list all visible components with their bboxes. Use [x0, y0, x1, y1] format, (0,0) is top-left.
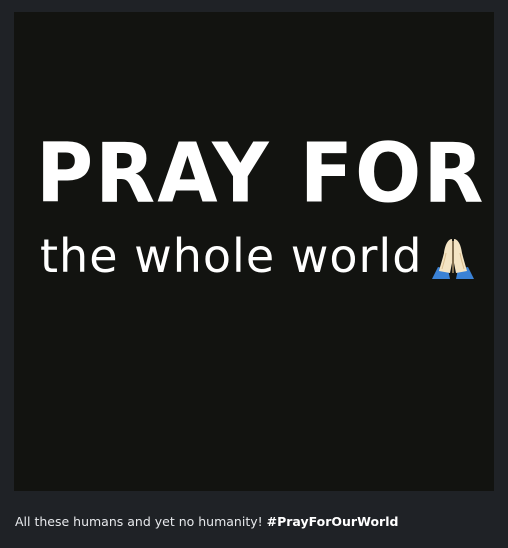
hashtag-link[interactable]: #PrayForOurWorld: [267, 514, 399, 529]
image-subline-row: the whole world: [40, 224, 478, 288]
folded-hands-icon: [428, 233, 478, 283]
caption-text: All these humans and yet no humanity!: [15, 514, 263, 529]
post-caption: All these humans and yet no humanity! #P…: [15, 514, 398, 529]
image-subline: the whole world: [40, 229, 423, 283]
image-headline: PRAY FOR: [36, 126, 486, 222]
